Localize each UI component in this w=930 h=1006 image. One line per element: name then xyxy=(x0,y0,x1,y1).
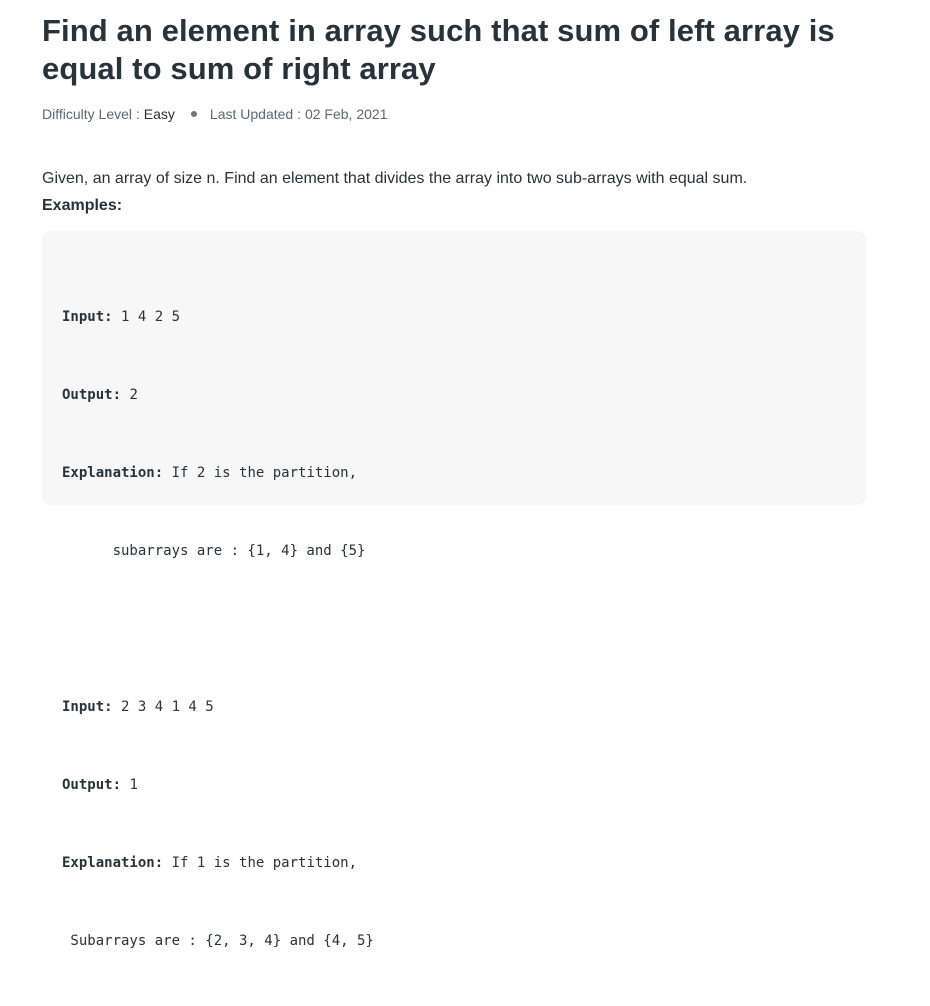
output-value: 1 xyxy=(121,777,138,793)
output-label: Output: xyxy=(62,387,122,403)
code-line-input-2: Input: 2 3 4 1 4 5 xyxy=(62,694,374,720)
explanation-value: If 2 is the partition, xyxy=(163,465,358,481)
code-line-input-1: Input: 1 4 2 5 xyxy=(62,304,374,330)
input-value: 1 4 2 5 xyxy=(112,309,181,325)
explanation-label: Explanation: xyxy=(62,855,164,871)
code-block: Input: 1 4 2 5 Output: 2 Explanation: If… xyxy=(42,231,866,949)
article: Find an element in array such that sum o… xyxy=(42,12,872,219)
article-meta: Difficulty Level : Easy Last Updated : 0… xyxy=(42,105,872,123)
difficulty-label: Difficulty Level : xyxy=(42,106,140,122)
code-line-explanation-1: Explanation: If 2 is the partition, xyxy=(62,460,374,486)
code-line-explanation-2: Explanation: If 1 is the partition, xyxy=(62,850,374,876)
last-updated-value: 02 Feb, 2021 xyxy=(304,106,388,122)
last-updated-label: Last Updated : xyxy=(209,106,301,122)
input-value: 2 3 4 1 4 5 xyxy=(112,699,214,715)
difficulty-value[interactable]: Easy xyxy=(144,106,175,122)
code-line-output-2: Output: 1 xyxy=(62,772,374,798)
explanation-value: If 1 is the partition, xyxy=(163,855,358,871)
separator-dot-icon xyxy=(190,111,197,117)
input-label: Input: xyxy=(62,699,113,715)
output-label: Output: xyxy=(62,777,122,793)
explanation-label: Explanation: xyxy=(62,465,164,481)
code-line-output-1: Output: 2 xyxy=(62,382,374,408)
input-label: Input: xyxy=(62,309,113,325)
output-value: 2 xyxy=(121,387,138,403)
page-title: Find an element in array such that sum o… xyxy=(42,13,835,86)
code-content: Input: 1 4 2 5 Output: 2 Explanation: If… xyxy=(62,252,374,1006)
code-line-explanation-cont-2: Subarrays are : {2, 3, 4} and {4, 5} xyxy=(62,933,374,949)
intro-paragraph: Given, an array of size n. Find an eleme… xyxy=(42,170,748,187)
code-line-explanation-cont-1: subarrays are : {1, 4} and {5} xyxy=(62,543,366,559)
examples-heading: Examples: xyxy=(42,197,123,214)
